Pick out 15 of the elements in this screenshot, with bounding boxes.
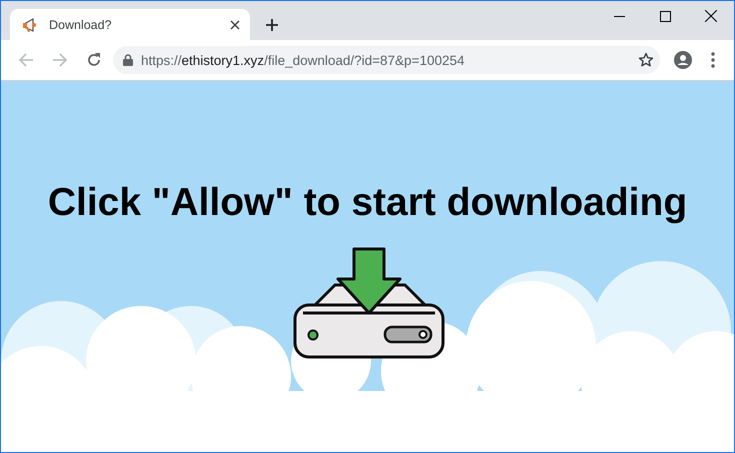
- star-icon[interactable]: [638, 52, 654, 68]
- close-icon[interactable]: [705, 10, 717, 22]
- plus-icon[interactable]: [265, 18, 279, 32]
- tab-title: Download?: [49, 18, 113, 32]
- browser-tab[interactable]: Download?: [10, 9, 250, 40]
- headline: Click "Allow" to start downloading: [46, 181, 688, 225]
- maximize-icon[interactable]: [660, 10, 670, 22]
- address-bar[interactable]: https://ethistory1.xyz/file_download/?id=87&p=100254: [113, 46, 660, 74]
- profile-icon[interactable]: [674, 51, 692, 69]
- menu-icon[interactable]: [711, 52, 715, 68]
- hard-drive-download-icon: [293, 247, 445, 359]
- close-icon[interactable]: [230, 20, 240, 30]
- lock-icon: [123, 54, 133, 66]
- url-text: https://ethistory1.xyz/file_download/?id=87&p=100254: [141, 52, 466, 68]
- reload-icon[interactable]: [86, 52, 102, 68]
